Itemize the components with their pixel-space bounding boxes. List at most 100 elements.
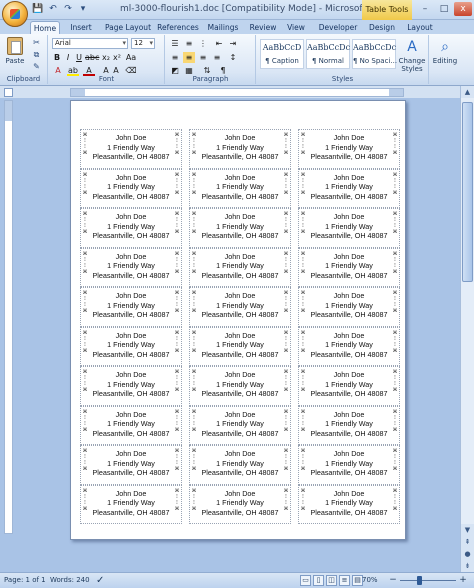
style-caption[interactable]: AaBbCcD ¶ Caption xyxy=(260,39,304,69)
previous-page-button[interactable]: ⇞ xyxy=(461,536,474,548)
subscript-button[interactable]: x₂ xyxy=(101,52,111,63)
tab-layout[interactable]: Layout xyxy=(404,21,436,34)
address-label[interactable]: ж ⁝ ⁝ ж ж ⁝ ⁝ ж John Doe 1 Friendly Way Pleasantvi… xyxy=(80,129,182,169)
address-label[interactable]: ж ⁝ ⁝ ж ж ⁝ ⁝ ж John Doe 1 Friendly Way Pleasantvi… xyxy=(298,247,400,287)
tab-mailings[interactable]: Mailings xyxy=(204,21,242,34)
full-screen-reading-button[interactable]: ▯ xyxy=(313,575,324,586)
multilevel-list-icon[interactable]: ⋮ xyxy=(197,38,209,49)
address-label[interactable]: ж ⁝ ⁝ ж ж ⁝ ⁝ ж John Doe 1 Friendly Way Pleasantvi… xyxy=(189,287,291,327)
outline-view-button[interactable]: ≡ xyxy=(339,575,350,586)
next-page-button[interactable]: ⇟ xyxy=(461,560,474,572)
undo-icon[interactable]: ↶ xyxy=(47,3,59,15)
increase-indent-icon[interactable]: ⇥ xyxy=(227,38,239,49)
address-label[interactable]: ж ⁝ ⁝ ж ж ⁝ ⁝ ж John Doe 1 Friendly Way Pleasantvi… xyxy=(298,484,400,524)
office-button[interactable] xyxy=(2,1,28,27)
bold-button[interactable]: B xyxy=(52,52,62,63)
change-case-button[interactable]: Aa xyxy=(125,52,137,63)
tab-home[interactable]: Home xyxy=(30,21,60,34)
style-normal[interactable]: AaBbCcDc ¶ Normal xyxy=(306,39,350,69)
underline-button[interactable]: U xyxy=(74,52,84,63)
address-label[interactable]: ж ⁝ ⁝ ж ж ⁝ ⁝ ж John Doe 1 Friendly Way Pleasantvi… xyxy=(189,208,291,248)
justify-icon[interactable]: ≡ xyxy=(211,52,223,63)
address-label[interactable]: ж ⁝ ⁝ ж ж ⁝ ⁝ ж John Doe 1 Friendly Way Pleasantvi… xyxy=(80,445,182,485)
address-label[interactable]: ж ⁝ ⁝ ж ж ⁝ ⁝ ж John Doe 1 Friendly Way Pleasantvi… xyxy=(189,168,291,208)
address-label[interactable]: ж ⁝ ⁝ ж ж ⁝ ⁝ ж John Doe 1 Friendly Way Pleasantvi… xyxy=(189,445,291,485)
address-label[interactable]: ж ⁝ ⁝ ж ж ⁝ ⁝ ж John Doe 1 Friendly Way Pleasantvi… xyxy=(80,326,182,366)
align-right-icon[interactable]: ≡ xyxy=(197,52,209,63)
select-browse-object-button[interactable]: ● xyxy=(461,548,474,560)
redo-icon[interactable]: ↷ xyxy=(62,3,74,15)
maximize-button[interactable]: □ xyxy=(435,2,453,16)
numbering-icon[interactable]: ≡ xyxy=(183,38,195,49)
superscript-button[interactable]: x² xyxy=(112,52,122,63)
address-label[interactable]: ж ⁝ ⁝ ж ж ⁝ ⁝ ж John Doe 1 Friendly Way Pleasantvi… xyxy=(80,247,182,287)
address-label[interactable]: ж ⁝ ⁝ ж ж ⁝ ⁝ ж John Doe 1 Friendly Way Pleasantvi… xyxy=(189,247,291,287)
cut-icon[interactable]: ✂ xyxy=(31,38,42,48)
address-label[interactable]: ж ⁝ ⁝ ж ж ⁝ ⁝ ж John Doe 1 Friendly Way Pleasantvi… xyxy=(298,208,400,248)
style-no-spacing[interactable]: AaBbCcDc ¶ No Spaci... xyxy=(352,39,398,69)
tab-review[interactable]: Review xyxy=(248,21,278,34)
tab-design[interactable]: Design xyxy=(366,21,398,34)
align-left-icon[interactable]: ≡ xyxy=(169,52,181,63)
paste-button[interactable]: Paste xyxy=(4,37,26,71)
address-label[interactable]: ж ⁝ ⁝ ж ж ⁝ ⁝ ж John Doe 1 Friendly Way Pleasantvi… xyxy=(298,405,400,445)
tab-insert[interactable]: Insert xyxy=(64,21,98,34)
scroll-thumb[interactable] xyxy=(462,102,473,282)
italic-button[interactable]: I xyxy=(63,52,73,63)
tab-view[interactable]: View xyxy=(284,21,308,34)
decrease-indent-icon[interactable]: ⇤ xyxy=(213,38,225,49)
strikethrough-button[interactable]: abc xyxy=(85,52,99,63)
save-icon[interactable]: 💾 xyxy=(32,3,44,15)
scroll-down-button[interactable]: ▼ xyxy=(461,524,474,536)
font-name-select[interactable]: Arial xyxy=(52,38,128,49)
copy-icon[interactable]: ⧉ xyxy=(31,50,42,60)
address-label[interactable]: ж ⁝ ⁝ ж ж ⁝ ⁝ ж John Doe 1 Friendly Way Pleasantvi… xyxy=(80,405,182,445)
editing-button[interactable]: ⌕ Editing xyxy=(430,39,460,79)
zoom-level[interactable]: 70% xyxy=(362,573,378,588)
change-styles-button[interactable]: A Change Styles xyxy=(397,39,427,79)
address-label[interactable]: ж ⁝ ⁝ ж ж ⁝ ⁝ ж John Doe 1 Friendly Way Pleasantvi… xyxy=(189,405,291,445)
address-label[interactable]: ж ⁝ ⁝ ж ж ⁝ ⁝ ж John Doe 1 Friendly Way Pleasantvi… xyxy=(298,168,400,208)
line-spacing-icon[interactable]: ↕ xyxy=(227,52,239,63)
customize-qat-icon[interactable]: ▾ xyxy=(77,3,89,15)
address-label[interactable]: ж ⁝ ⁝ ж ж ⁝ ⁝ ж John Doe 1 Friendly Way Pleasantvi… xyxy=(298,287,400,327)
vertical-ruler[interactable] xyxy=(4,100,13,534)
document-page[interactable]: ж ⁝ ⁝ ж ж ⁝ ⁝ ж John Doe 1 Friendly Way Pleasantvi… xyxy=(70,100,406,540)
tab-page-layout[interactable]: Page Layout xyxy=(103,21,153,34)
vertical-scrollbar[interactable]: ▲ ▼ ⇞ ● ⇟ xyxy=(460,86,474,572)
font-size-select[interactable]: 12 xyxy=(131,38,155,49)
tab-developer[interactable]: Developer xyxy=(318,21,358,34)
style-no-spacing-name: ¶ No Spaci... xyxy=(353,57,398,65)
web-layout-button[interactable]: ◫ xyxy=(326,575,337,586)
tab-references[interactable]: References xyxy=(156,21,200,34)
zoom-knob[interactable] xyxy=(416,576,422,585)
address-label[interactable]: ж ⁝ ⁝ ж ж ⁝ ⁝ ж John Doe 1 Friendly Way Pleasantvi… xyxy=(298,326,400,366)
address-label[interactable]: ж ⁝ ⁝ ж ж ⁝ ⁝ ж John Doe 1 Friendly Way Pleasantvi… xyxy=(189,326,291,366)
horizontal-ruler[interactable] xyxy=(70,88,404,97)
zoom-slider[interactable]: − + xyxy=(388,575,468,585)
address-label[interactable]: ж ⁝ ⁝ ж ж ⁝ ⁝ ж John Doe 1 Friendly Way Pleasantvi… xyxy=(189,129,291,169)
address-label[interactable]: ж ⁝ ⁝ ж ж ⁝ ⁝ ж John Doe 1 Friendly Way Pleasantvi… xyxy=(298,366,400,406)
address-label[interactable]: ж ⁝ ⁝ ж ж ⁝ ⁝ ж John Doe 1 Friendly Way Pleasantvi… xyxy=(80,208,182,248)
address-label[interactable]: ж ⁝ ⁝ ж ж ⁝ ⁝ ж John Doe 1 Friendly Way Pleasantvi… xyxy=(298,445,400,485)
bullets-icon[interactable]: ☰ xyxy=(169,38,181,49)
proofing-icon[interactable]: ✓ xyxy=(96,575,104,586)
address-label[interactable]: ж ⁝ ⁝ ж ж ⁝ ⁝ ж John Doe 1 Friendly Way Pleasantvi… xyxy=(80,287,182,327)
address-label[interactable]: ж ⁝ ⁝ ж ж ⁝ ⁝ ж John Doe 1 Friendly Way Pleasantvi… xyxy=(80,168,182,208)
format-painter-icon[interactable]: ✎ xyxy=(31,62,42,72)
tab-selector[interactable] xyxy=(4,88,13,97)
zoom-out-button[interactable]: − xyxy=(388,575,398,585)
close-button[interactable]: x xyxy=(454,2,472,16)
address-label[interactable]: ж ⁝ ⁝ ж ж ⁝ ⁝ ж John Doe 1 Friendly Way Pleasantvi… xyxy=(80,484,182,524)
print-layout-view-button[interactable]: ▭ xyxy=(300,575,311,586)
address-label[interactable]: ж ⁝ ⁝ ж ж ⁝ ⁝ ж John Doe 1 Friendly Way Pleasantvi… xyxy=(298,129,400,169)
scroll-up-button[interactable]: ▲ xyxy=(461,86,474,98)
align-center-icon[interactable]: ≡ xyxy=(183,52,195,63)
address-label[interactable]: ж ⁝ ⁝ ж ж ⁝ ⁝ ж John Doe 1 Friendly Way Pleasantvi… xyxy=(80,366,182,406)
minimize-button[interactable]: – xyxy=(416,2,434,16)
zoom-in-button[interactable]: + xyxy=(458,575,468,585)
page-count[interactable]: Page: 1 of 1 xyxy=(4,573,46,588)
address-label[interactable]: ж ⁝ ⁝ ж ж ⁝ ⁝ ж John Doe 1 Friendly Way Pleasantvi… xyxy=(189,366,291,406)
address-label[interactable]: ж ⁝ ⁝ ж ж ⁝ ⁝ ж John Doe 1 Friendly Way Pleasantvi… xyxy=(189,484,291,524)
word-count[interactable]: Words: 240 xyxy=(50,573,90,588)
